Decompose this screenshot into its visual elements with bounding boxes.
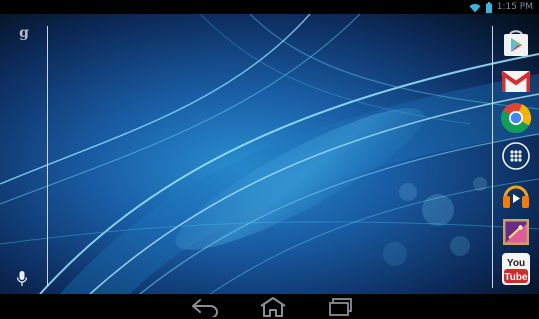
back-icon[interactable] bbox=[190, 296, 224, 317]
navigation-bar bbox=[0, 294, 539, 319]
play-music-icon[interactable] bbox=[500, 178, 532, 210]
youtube-you-text: You bbox=[507, 258, 525, 269]
wifi-icon bbox=[469, 0, 481, 17]
gmail-icon[interactable] bbox=[500, 64, 532, 96]
battery-icon bbox=[485, 0, 492, 17]
search-bar-divider bbox=[47, 26, 48, 286]
gallery-icon[interactable] bbox=[500, 216, 532, 248]
status-bar: 1:15 PM bbox=[0, 0, 539, 14]
youtube-tube-text: Tube bbox=[504, 272, 528, 283]
status-icons: 1:15 PM bbox=[469, 1, 533, 13]
google-search-icon[interactable]: g bbox=[17, 25, 31, 41]
status-time: 1:15 PM bbox=[496, 2, 533, 12]
all-apps-icon[interactable] bbox=[500, 140, 532, 172]
home-icon[interactable] bbox=[256, 296, 290, 317]
android-home-screen: 1:15 PM g You Tube bbox=[0, 0, 539, 319]
chrome-icon[interactable] bbox=[500, 102, 532, 134]
recent-apps-icon[interactable] bbox=[326, 296, 356, 317]
voice-search-icon[interactable] bbox=[14, 270, 30, 288]
youtube-icon[interactable]: You Tube bbox=[500, 252, 532, 286]
wallpaper bbox=[0, 14, 539, 294]
play-store-icon[interactable] bbox=[500, 26, 532, 58]
dock-divider bbox=[492, 26, 493, 288]
